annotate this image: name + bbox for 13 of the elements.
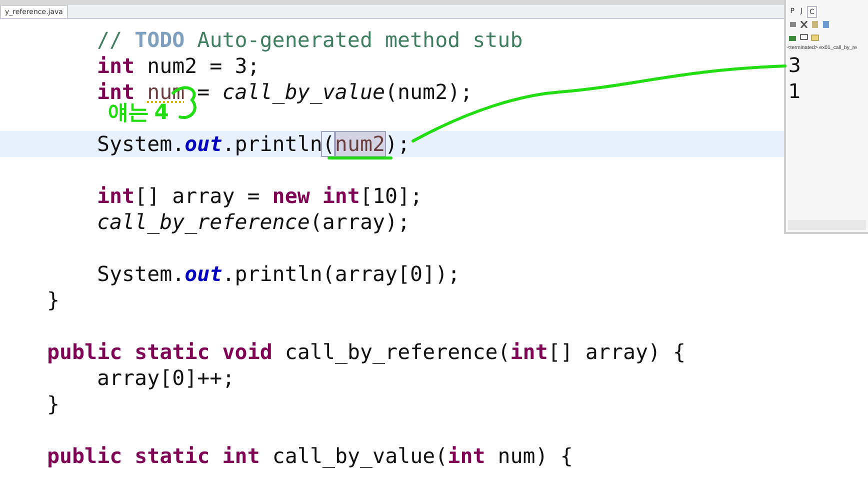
- code-line: System.out.println(array[0]);: [96, 261, 462, 287]
- code-line: call_by_reference(array);: [96, 209, 412, 235]
- code-line: array[0]++;: [96, 365, 236, 391]
- code-line: // TODO Auto-generated method stub: [96, 27, 524, 53]
- code-line: }: [46, 287, 61, 313]
- code-line: public static int call_by_value(int num) {: [46, 443, 574, 469]
- code-line: }: [46, 391, 61, 417]
- code-line: int num2 = 3;: [96, 53, 261, 79]
- code-line: int[] array = new int[10];: [96, 183, 424, 209]
- console-output: 3: [787, 52, 802, 78]
- console-output: 1: [787, 78, 802, 104]
- code-line: public static void call_by_reference(int[] array) {: [46, 339, 687, 365]
- handwritten-note: 얘는 4: [108, 100, 168, 125]
